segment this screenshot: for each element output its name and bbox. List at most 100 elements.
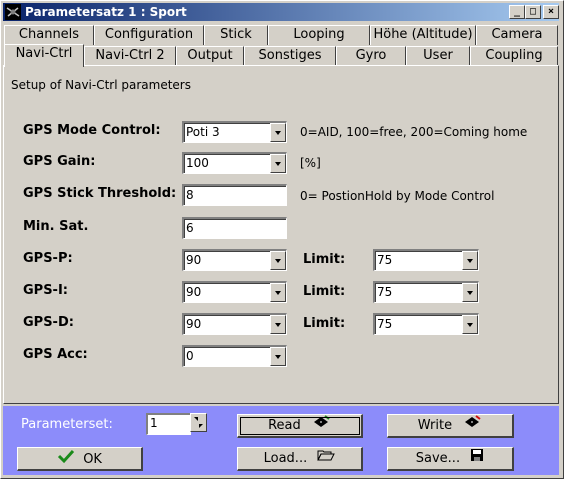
gps-d-value: 90	[186, 317, 202, 331]
gps-acc-label: GPS Acc:	[23, 347, 88, 362]
gps-p-limit-value: 75	[377, 253, 393, 267]
gps-stick-threshold-label: GPS Stick Threshold:	[23, 186, 177, 201]
parameterset-label: Parameterset:	[21, 417, 113, 432]
parameterset-spinner-input[interactable]: 1	[146, 413, 191, 435]
tab-label: Configuration	[104, 27, 194, 42]
gps-mode-control-label: GPS Mode Control:	[23, 123, 161, 138]
read-button[interactable]: Read	[237, 414, 363, 438]
chip-write-icon	[462, 415, 482, 436]
chip-read-icon	[311, 415, 331, 436]
checkmark-icon	[57, 448, 75, 471]
min-sat-value: 6	[186, 221, 194, 235]
gps-mode-control-note: 0=AID, 100=free, 200=Coming home	[300, 125, 528, 139]
close-icon: ×	[547, 6, 555, 17]
minimize-button[interactable]: _	[509, 5, 525, 19]
chevron-down-icon[interactable]	[270, 283, 286, 302]
tab-label: Channels	[18, 27, 80, 42]
maximize-icon: □	[529, 6, 537, 17]
gps-gain-note: [%]	[300, 156, 321, 170]
tab-sonstiges[interactable]: Sonstiges	[244, 46, 336, 66]
gps-d-limit-label: Limit:	[303, 316, 346, 331]
min-sat-label: Min. Sat.	[23, 219, 89, 234]
minimize-icon: _	[513, 6, 521, 17]
load-button-label: Load...	[263, 451, 308, 466]
spin-arrows-icon	[194, 417, 203, 428]
tab-channels[interactable]: Channels	[4, 25, 94, 45]
min-sat-input[interactable]: 6	[182, 217, 287, 239]
chevron-down-icon[interactable]	[270, 315, 286, 334]
tab-label: Gyro	[355, 48, 387, 63]
gps-acc-value: 0	[186, 349, 194, 363]
gps-gain-select[interactable]: 100	[182, 152, 287, 174]
parameterset-spin-button[interactable]	[190, 413, 207, 432]
gps-d-limit-select[interactable]: 75	[373, 313, 479, 335]
tab-coupling[interactable]: Coupling	[470, 46, 558, 66]
gps-p-select[interactable]: 90	[182, 249, 287, 271]
gps-i-value: 90	[186, 285, 202, 299]
tab-label: Camera	[491, 27, 543, 42]
tab-output[interactable]: Output	[176, 46, 244, 66]
gps-p-value: 90	[186, 253, 202, 267]
tab-label: Sonstiges	[258, 48, 322, 63]
ok-button[interactable]: OK	[17, 447, 143, 471]
gps-i-select[interactable]: 90	[182, 281, 287, 303]
save-button[interactable]: Save...	[387, 447, 514, 471]
tab-label: Coupling	[485, 48, 543, 63]
tab-label: Stick	[220, 27, 252, 42]
window-title: Parametersatz 1 : Sport	[25, 5, 187, 19]
read-button-label: Read	[268, 418, 301, 433]
chevron-down-icon[interactable]	[462, 315, 478, 334]
tab-camera[interactable]: Camera	[476, 25, 558, 45]
tab-hoehe-altitude[interactable]: Höhe (Altitude)	[370, 25, 476, 45]
gps-mode-control-select[interactable]: Poti 3	[182, 121, 287, 143]
tab-navi-ctrl[interactable]: Navi-Ctrl	[4, 44, 84, 67]
title-bar[interactable]: Parametersatz 1 : Sport _ □ ×	[3, 3, 559, 21]
tab-gyro[interactable]: Gyro	[336, 46, 406, 66]
gps-acc-select[interactable]: 0	[182, 345, 287, 367]
gps-gain-label: GPS Gain:	[23, 154, 96, 169]
helicopter-icon	[5, 4, 21, 20]
gps-stick-threshold-input[interactable]: 8	[182, 184, 287, 206]
folder-open-icon	[317, 448, 336, 469]
chevron-down-icon[interactable]	[270, 154, 286, 173]
tab-label: Höhe (Altitude)	[373, 27, 473, 42]
save-button-label: Save...	[415, 451, 461, 466]
chevron-down-icon[interactable]	[270, 123, 286, 142]
chevron-down-icon[interactable]	[462, 283, 478, 302]
chevron-down-icon[interactable]	[270, 251, 286, 270]
gps-gain-value: 100	[186, 156, 209, 170]
write-button[interactable]: Write	[387, 414, 514, 438]
tab-configuration[interactable]: Configuration	[94, 25, 204, 45]
gps-stick-threshold-note: 0= PostionHold by Mode Control	[300, 189, 495, 203]
tab-label: Navi-Ctrl 2	[95, 48, 165, 63]
chevron-down-icon[interactable]	[462, 251, 478, 270]
tab-navi-ctrl-2[interactable]: Navi-Ctrl 2	[84, 46, 176, 66]
gps-mode-control-value: Poti 3	[186, 125, 220, 139]
floppy-disk-icon	[470, 448, 484, 469]
gps-d-limit-value: 75	[377, 317, 393, 331]
tab-user[interactable]: User	[406, 46, 470, 66]
load-button[interactable]: Load...	[237, 447, 363, 471]
gps-i-limit-select[interactable]: 75	[373, 281, 479, 303]
gps-p-limit-select[interactable]: 75	[373, 249, 479, 271]
ok-button-label: OK	[83, 452, 102, 467]
gps-p-label: GPS-P:	[23, 251, 73, 266]
write-button-label: Write	[417, 418, 453, 433]
tab-label: User	[423, 48, 453, 63]
gps-i-limit-value: 75	[377, 285, 393, 299]
gps-d-select[interactable]: 90	[182, 313, 287, 335]
tab-label: Navi-Ctrl	[15, 46, 73, 61]
close-button[interactable]: ×	[543, 5, 559, 19]
tab-stick[interactable]: Stick	[204, 25, 268, 45]
gps-i-label: GPS-I:	[23, 283, 68, 298]
maximize-button[interactable]: □	[525, 5, 541, 19]
chevron-down-icon[interactable]	[270, 347, 286, 366]
tab-label: Output	[187, 48, 233, 63]
gps-d-label: GPS-D:	[23, 315, 74, 330]
tab-looping[interactable]: Looping	[268, 25, 370, 45]
gps-stick-threshold-value: 8	[186, 188, 194, 202]
parameterset-value: 1	[150, 416, 158, 430]
gps-i-limit-label: Limit:	[303, 284, 346, 299]
tab-label: Looping	[293, 27, 345, 42]
gps-p-limit-label: Limit:	[303, 252, 346, 267]
